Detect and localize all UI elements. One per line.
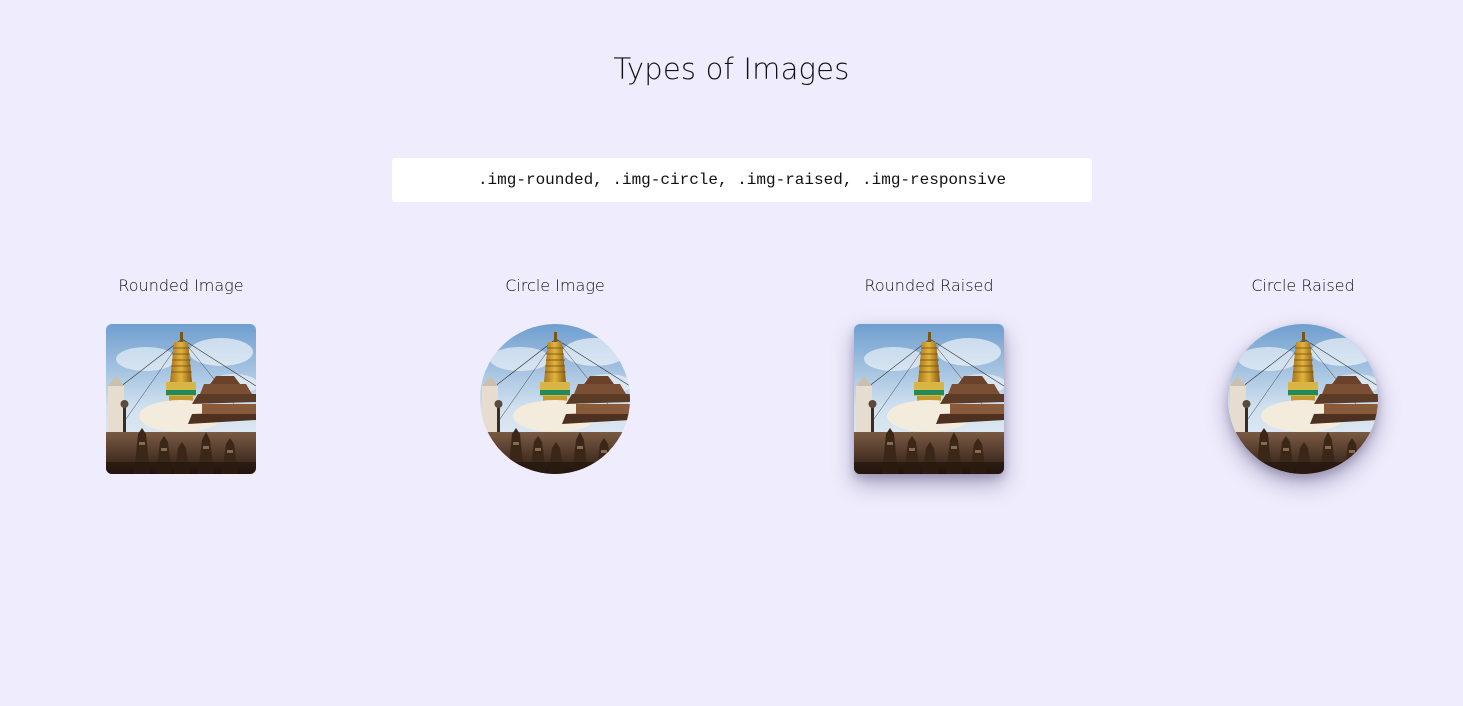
circle-image	[480, 324, 630, 474]
circle-raised-image	[1228, 324, 1378, 474]
code-snippet-text: .img-rounded, .img-circle, .img-raised, …	[477, 171, 1007, 189]
temple-photo	[106, 324, 256, 474]
circle-image-card: Circle Image	[425, 274, 685, 474]
rounded-image	[106, 324, 256, 474]
temple-photo	[854, 324, 1004, 474]
rounded-raised-label: Rounded Raised	[864, 276, 994, 295]
rounded-image-label: Rounded Image	[118, 276, 244, 295]
circle-raised-label: Circle Raised	[1251, 276, 1355, 295]
rounded-raised-card: Rounded Raised	[799, 274, 1059, 474]
temple-photo	[480, 324, 630, 474]
circle-raised-card: Circle Raised	[1173, 274, 1433, 474]
rounded-raised-image	[854, 324, 1004, 474]
rounded-image-card: Rounded Image	[51, 274, 311, 474]
page-title: Types of Images	[613, 52, 850, 86]
code-snippet: .img-rounded, .img-circle, .img-raised, …	[392, 158, 1092, 202]
circle-image-label: Circle Image	[505, 276, 605, 295]
temple-photo	[1228, 324, 1378, 474]
